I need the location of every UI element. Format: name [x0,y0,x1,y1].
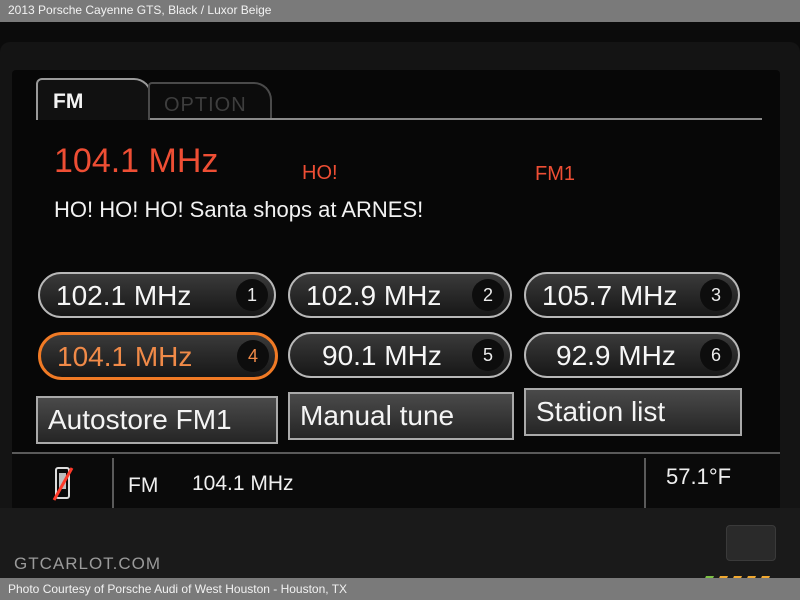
tab-option[interactable]: OPTION [148,82,272,120]
preset-number: 4 [237,340,269,372]
tab-option-label: OPTION [164,94,247,116]
status-divider [644,458,646,508]
title-bar: 2013 Porsche Cayenne GTS, Black / Luxor … [0,0,800,22]
photo-credit: Photo Courtesy of Porsche Audi of West H… [8,582,348,596]
tab-underline [150,118,762,120]
preset-frequency: 92.9 MHz [556,340,676,371]
status-divider [112,458,114,508]
status-frequency: 104.1 MHz [192,472,294,495]
preset-button-3[interactable]: 105.7 MHz 3 [524,272,740,318]
preset-button-6[interactable]: 92.9 MHz 6 [524,332,740,378]
preset-number: 5 [472,339,504,371]
preset-button-4[interactable]: 104.1 MHz 4 [38,332,278,380]
preset-frequency: 104.1 MHz [57,341,193,372]
preset-frequency: 105.7 MHz [542,280,678,311]
manual-tune-label: Manual tune [300,400,455,431]
preset-frequency: 102.9 MHz [306,280,442,311]
watermark: GTCARLOT.COM [14,554,162,573]
preset-number: 2 [472,279,504,311]
preset-frequency: 90.1 MHz [322,340,442,371]
page-title: 2013 Porsche Cayenne GTS, Black / Luxor … [8,3,272,17]
autostore-label: Autostore FM1 [48,404,232,435]
preset-number: 3 [700,279,732,311]
status-band: FM [128,474,159,497]
preset-button-1[interactable]: 102.1 MHz 1 [38,272,276,318]
eject-button [726,525,776,561]
credit-bar: Photo Courtesy of Porsche Audi of West H… [0,578,800,600]
manual-tune-button[interactable]: Manual tune [288,392,514,440]
infotainment-screen: FM OPTION 104.1 MHz HO! FM1 HO! HO! HO! … [12,70,780,510]
radio-text: HO! HO! HO! Santa shops at ARNES! [54,197,424,222]
preset-button-2[interactable]: 102.9 MHz 2 [288,272,512,318]
status-bar: FM 104.1 MHz 57.1°F [12,452,780,510]
current-frequency: 104.1 MHz [54,142,219,180]
tab-fm-label: FM [53,90,84,113]
phone-muted-icon [52,467,74,501]
preset-frequency: 102.1 MHz [56,280,192,311]
tab-fm[interactable]: FM [36,78,152,120]
preset-number: 1 [236,279,268,311]
station-list-button[interactable]: Station list [524,388,742,436]
band-indicator: FM1 [535,163,575,185]
preset-button-5[interactable]: 90.1 MHz 5 [288,332,512,378]
station-list-label: Station list [536,396,666,427]
preset-number: 6 [700,339,732,371]
photo: FM OPTION 104.1 MHz HO! FM1 HO! HO! HO! … [0,22,800,578]
autostore-button[interactable]: Autostore FM1 [36,396,278,444]
outside-temperature: 57.1°F [666,464,732,489]
station-name: HO! [302,162,338,184]
